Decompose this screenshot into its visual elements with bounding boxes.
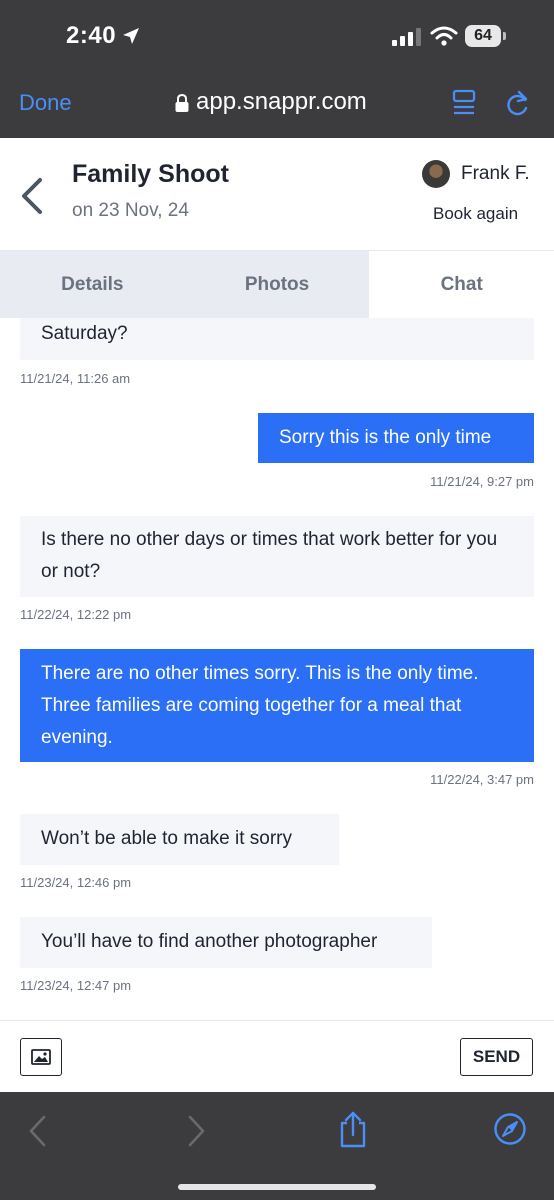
page-title: Family Shoot bbox=[72, 160, 229, 188]
message-timestamp: 11/22/24, 3:47 pm bbox=[430, 772, 534, 787]
done-button[interactable]: Done bbox=[19, 90, 72, 116]
booking-tabs: Details Photos Chat bbox=[0, 251, 554, 318]
attach-image-button[interactable] bbox=[20, 1038, 62, 1076]
message-timestamp: 11/23/24, 12:47 pm bbox=[20, 978, 132, 993]
status-bar: 2:40 64 bbox=[0, 0, 554, 74]
shoot-date: on 23 Nov, 24 bbox=[72, 200, 189, 221]
message-timestamp: 11/21/24, 11:26 am bbox=[20, 371, 131, 386]
wifi-icon bbox=[430, 26, 458, 46]
browser-forward-icon[interactable] bbox=[186, 1114, 206, 1148]
cellular-signal-icon bbox=[392, 28, 421, 46]
chat-thread[interactable]: Saturday? 11/21/24, 11:26 am Sorry this … bbox=[0, 318, 554, 1020]
browser-back-icon[interactable] bbox=[28, 1114, 48, 1148]
battery-level: 64 bbox=[465, 25, 501, 47]
reload-icon[interactable] bbox=[503, 88, 531, 120]
photographer-avatar bbox=[422, 160, 450, 188]
booking-header: Family Shoot on 23 Nov, 24 Frank F. Book… bbox=[0, 138, 554, 251]
message-bubble: Won’t be able to make it sorry bbox=[20, 814, 339, 865]
message-composer: SEND bbox=[0, 1020, 554, 1093]
browser-top-bar: Done app.snappr.com bbox=[0, 74, 554, 138]
url-address[interactable]: app.snappr.com bbox=[196, 88, 367, 116]
message-bubble: Saturday? bbox=[20, 318, 534, 360]
lock-icon bbox=[175, 93, 189, 112]
back-chevron-icon[interactable] bbox=[18, 176, 46, 216]
reader-view-icon[interactable] bbox=[451, 88, 479, 118]
home-indicator bbox=[178, 1184, 376, 1190]
book-again-link[interactable]: Book again bbox=[433, 204, 518, 224]
image-icon bbox=[31, 1049, 51, 1065]
message-bubble: Is there no other days or times that wor… bbox=[20, 516, 534, 597]
share-icon[interactable] bbox=[338, 1110, 368, 1150]
compass-icon[interactable] bbox=[493, 1112, 527, 1146]
location-arrow-icon bbox=[123, 28, 139, 44]
tab-chat[interactable]: Chat bbox=[369, 251, 554, 318]
send-button[interactable]: SEND bbox=[460, 1038, 533, 1076]
message-timestamp: 11/23/24, 12:46 pm bbox=[20, 875, 132, 890]
tab-photos[interactable]: Photos bbox=[184, 251, 370, 318]
message-bubble: Sorry this is the only time bbox=[258, 413, 534, 463]
photographer-name: Frank F. bbox=[461, 163, 530, 184]
message-timestamp: 11/21/24, 9:27 pm bbox=[430, 474, 534, 489]
battery-tip bbox=[503, 32, 506, 40]
message-bubble: There are no other times sorry. This is … bbox=[20, 649, 534, 762]
message-timestamp: 11/22/24, 12:22 pm bbox=[20, 607, 132, 622]
browser-bottom-bar bbox=[0, 1092, 554, 1200]
message-bubble: You’ll have to find another photographer bbox=[20, 917, 432, 968]
status-time: 2:40 bbox=[66, 22, 117, 49]
tab-details[interactable]: Details bbox=[0, 251, 185, 318]
